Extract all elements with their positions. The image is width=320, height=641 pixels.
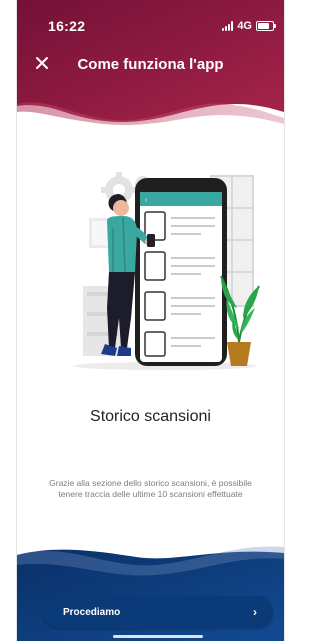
home-indicator xyxy=(113,635,203,638)
signal-icon xyxy=(222,21,234,31)
slide-description: Grazie alla sezione dello storico scansi… xyxy=(49,478,252,499)
proceed-button[interactable]: Procediamo › xyxy=(43,596,273,628)
battery-icon xyxy=(256,21,276,31)
slide-title: Storico scansioni xyxy=(90,408,211,425)
status-bar: 16:22 4G xyxy=(17,0,284,36)
app-screen: 16:22 4G Come funziona l'app ‹ Storico s… xyxy=(16,0,285,641)
screen-header: Come funziona l'app xyxy=(17,44,284,84)
status-time: 16:22 xyxy=(48,18,86,34)
scan-history-illustration: ‹ xyxy=(73,172,260,370)
page-title: Come funziona l'app xyxy=(77,56,224,73)
status-indicators: 4G xyxy=(222,20,276,32)
phone-icon: ‹ xyxy=(135,178,227,366)
proceed-button-label: Procediamo xyxy=(63,606,121,618)
chevron-right-icon: › xyxy=(253,605,257,619)
network-type: 4G xyxy=(237,20,252,32)
